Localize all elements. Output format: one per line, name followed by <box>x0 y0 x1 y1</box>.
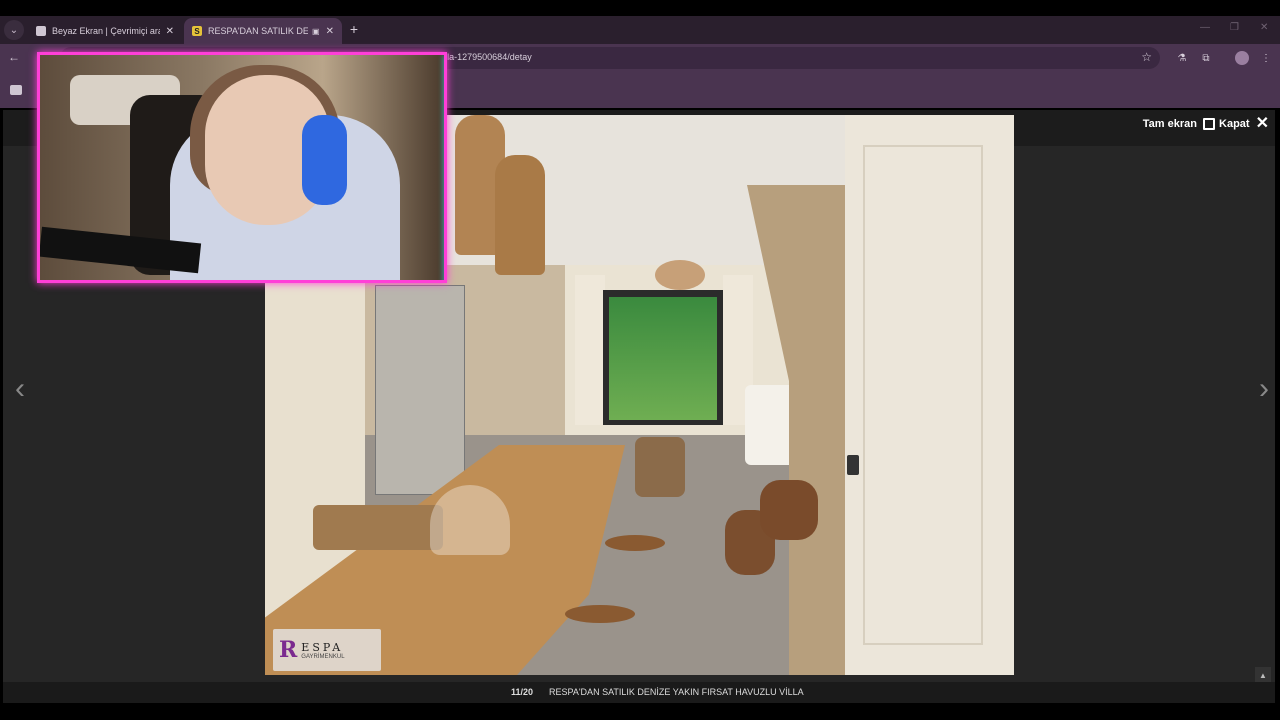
tab-title: RESPA'DAN SATILIK DENİZE <box>208 26 309 36</box>
minimize-icon[interactable]: — <box>1200 22 1210 33</box>
tray <box>313 505 443 550</box>
page-icon <box>36 26 46 36</box>
fullscreen-label: Tam ekran <box>1142 118 1197 130</box>
logo-mark: R <box>279 637 298 663</box>
fullscreen-button[interactable]: Tam ekran <box>1143 118 1215 130</box>
fullscreen-icon <box>1203 118 1215 130</box>
extensions-icon[interactable]: ⧉ <box>1198 50 1214 66</box>
new-tab-button[interactable]: + <box>346 20 362 38</box>
profile-avatar[interactable] <box>1234 50 1250 66</box>
logo-sub: GAYRİMENKUL <box>301 653 345 660</box>
tab-respa[interactable]: S RESPA'DAN SATILIK DENİZE ▣ ✕ <box>184 18 342 44</box>
pouf <box>635 437 685 497</box>
bookmark-star-icon[interactable]: ☆ <box>1141 50 1152 64</box>
close-icon: ✕ <box>1255 115 1269 132</box>
chevron-right-icon[interactable]: › <box>1259 372 1269 406</box>
door-handle <box>847 455 859 475</box>
bookmark-folder-icon[interactable] <box>10 85 22 95</box>
watermark-logo: R ESPA GAYRİMENKUL <box>273 629 381 671</box>
image-caption: RESPA'DAN SATILIK DENİZE YAKIN FIRSAT HA… <box>549 687 804 697</box>
logo-name: ESPA <box>301 640 344 654</box>
bottom-letterbox <box>0 703 1280 720</box>
tab-title: Beyaz Ekran | Çevrimiçi araç <box>52 26 160 36</box>
translate-icon[interactable]: ⚗ <box>1174 50 1190 66</box>
close-window-icon[interactable]: ✕ <box>1260 22 1268 33</box>
tab-search-button[interactable]: ⌄ <box>4 20 24 40</box>
site-favicon-icon: S <box>192 26 202 36</box>
media-playing-icon[interactable]: ▣ <box>312 27 320 36</box>
scroll-top-icon[interactable]: ▲ <box>1255 667 1271 683</box>
close-tab-icon[interactable]: ✕ <box>166 26 174 37</box>
pendant-lamp <box>495 155 545 275</box>
headset <box>302 115 347 205</box>
restore-icon[interactable]: ❐ <box>1230 22 1239 33</box>
close-label: Kapat <box>1219 118 1250 130</box>
basket <box>760 480 818 540</box>
close-viewer-button[interactable]: Kapat ✕ <box>1219 115 1269 132</box>
stool <box>605 535 665 551</box>
image-counter: 11/20 <box>511 687 534 697</box>
close-tab-icon[interactable]: ✕ <box>326 26 334 37</box>
stool <box>565 605 635 623</box>
tab-beyaz-ekran[interactable]: Beyaz Ekran | Çevrimiçi araç ✕ <box>28 18 182 44</box>
door <box>845 115 1014 675</box>
menu-kebab-icon[interactable]: ⋮ <box>1258 50 1274 66</box>
chevron-left-icon[interactable]: ‹ <box>15 372 25 406</box>
pendant-lamp <box>655 260 705 290</box>
top-letterbox <box>0 0 1280 16</box>
viewer-footer: 11/20 RESPA'DAN SATILIK DENİZE YAKIN FIR… <box>3 682 1275 703</box>
glass-cloche <box>430 485 510 555</box>
fridge <box>375 285 465 495</box>
webcam-overlay <box>37 52 447 283</box>
back-arrow-icon[interactable]: ← <box>8 50 20 64</box>
garden-door <box>603 290 723 425</box>
tab-strip: ⌄ Beyaz Ekran | Çevrimiçi araç ✕ S RESPA… <box>0 16 1280 44</box>
